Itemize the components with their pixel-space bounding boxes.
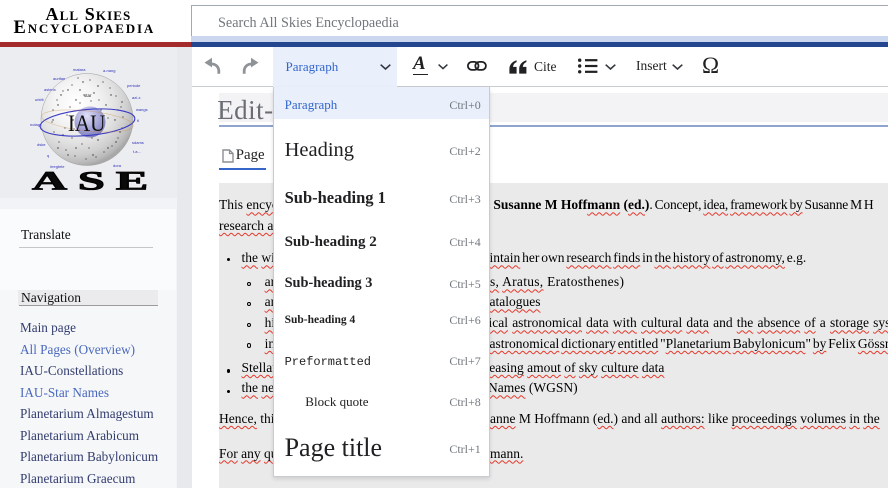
svg-text:aurifae: aurifae bbox=[53, 76, 66, 81]
svg-text:dske: dske bbox=[37, 142, 46, 147]
svg-text:periode: periode bbox=[127, 83, 141, 88]
svg-text:t.a...: t.a... bbox=[133, 149, 141, 154]
svg-text:IAU: IAU bbox=[68, 110, 106, 136]
svg-text:asterix: asterix bbox=[44, 87, 56, 92]
svg-text:tl: tl bbox=[137, 118, 139, 123]
svg-text:azi-x: azi-x bbox=[132, 95, 140, 100]
svg-text:matara: matara bbox=[73, 67, 86, 72]
svg-text:notag: notag bbox=[30, 122, 40, 127]
svg-text:sdams: sdams bbox=[132, 140, 144, 145]
svg-text:wangs: wangs bbox=[136, 107, 148, 112]
svg-text:a-nang: a-nang bbox=[103, 68, 115, 73]
svg-text:q: q bbox=[47, 153, 49, 158]
svg-text:urkitt: urkitt bbox=[35, 97, 45, 102]
svg-text:star: star bbox=[84, 93, 92, 98]
